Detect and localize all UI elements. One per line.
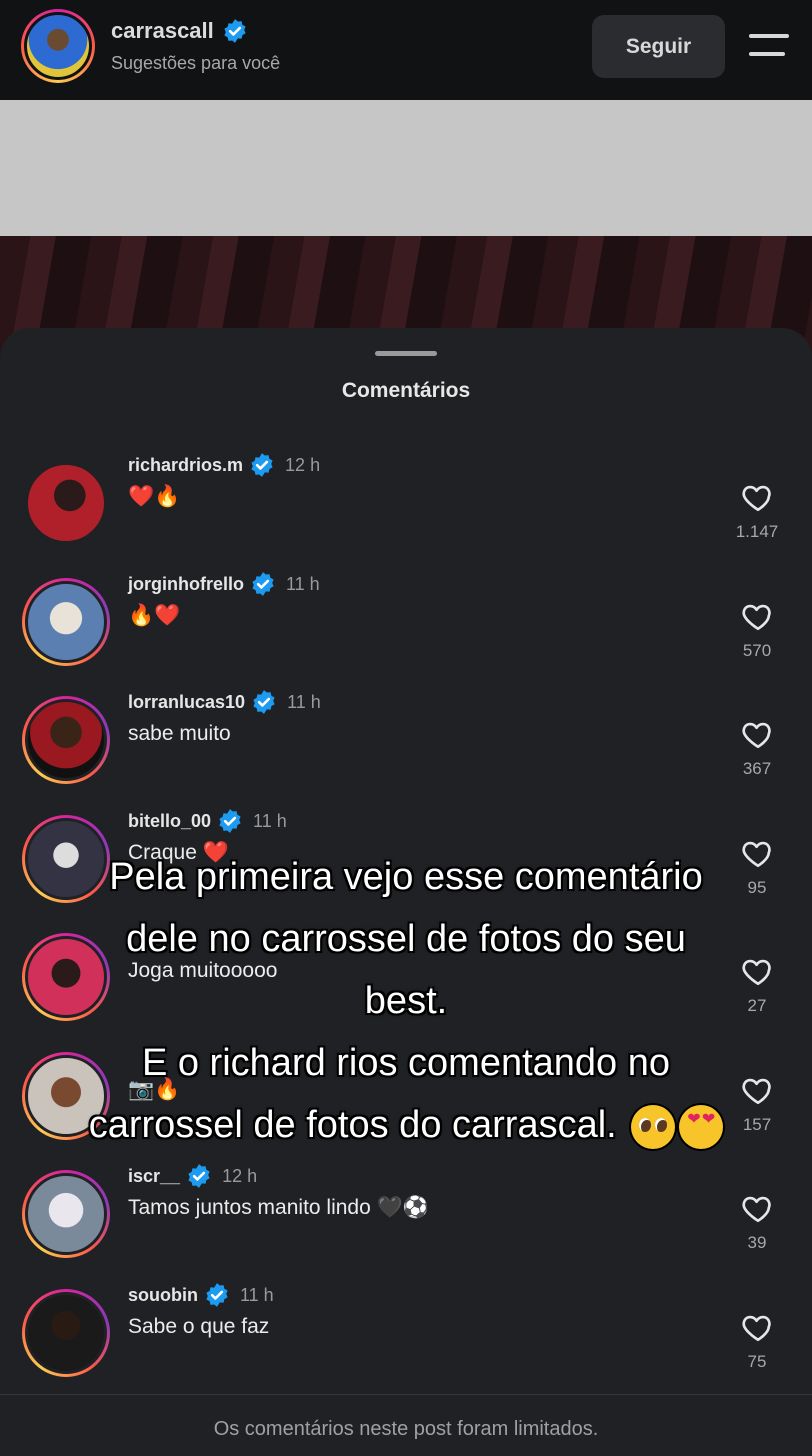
comment-row[interactable]: jorginhofrello 11 h 🔥❤️ 570 — [0, 571, 812, 689]
caption-line: E o richard rios comentando no — [141, 1042, 671, 1084]
comment-username[interactable]: jorginhofrello — [128, 574, 244, 595]
caption-line: Pela primeira vejo esse comentário — [109, 856, 703, 898]
verified-badge-icon — [251, 453, 273, 477]
avatar[interactable] — [22, 696, 110, 784]
footer-divider — [0, 1394, 812, 1395]
comment-text: Sabe o que faz — [128, 1315, 270, 1338]
video-caption-overlay: Pela primeira vejo esse comentário dele … — [20, 846, 792, 1156]
comment-timestamp: 11 h — [240, 1284, 274, 1305]
comment-header: souobin 11 h — [128, 1282, 274, 1308]
comment-header: richardrios.m 12 h — [128, 452, 320, 478]
sheet-title: Comentários — [341, 379, 471, 402]
profile-username-row[interactable]: carrascall — [111, 18, 248, 44]
profile-username[interactable]: carrascall — [111, 18, 214, 44]
comment-row[interactable]: richardrios.m 12 h ❤️🔥 1.147 — [0, 452, 812, 570]
comment-timestamp: 11 h — [287, 691, 321, 712]
comment-timestamp: 11 h — [286, 573, 320, 594]
comment-header: lorranlucas10 11 h — [128, 689, 321, 715]
comment-username[interactable]: lorranlucas10 — [128, 692, 245, 713]
comment-text: ❤️🔥 — [128, 485, 181, 508]
comment-row[interactable]: lorranlucas10 11 h sabe muito 367 — [0, 689, 812, 807]
profile-avatar[interactable] — [21, 9, 95, 83]
like-count: 39 — [747, 1233, 767, 1252]
verified-badge-icon — [206, 1283, 228, 1307]
comment-username[interactable]: souobin — [128, 1285, 198, 1306]
verified-badge-icon — [219, 809, 241, 833]
caption-line: dele no carrossel de fotos do seu — [126, 918, 686, 960]
comment-row[interactable]: iscr__ 12 h Tamos juntos manito lindo 🖤⚽ 39 — [0, 1163, 812, 1281]
heart-outline-icon[interactable] — [740, 717, 776, 751]
heart-outline-icon[interactable] — [740, 599, 776, 633]
like-count: 367 — [742, 759, 772, 778]
like-count: 1.147 — [735, 522, 779, 541]
profile-subtitle: Sugestões para você — [111, 53, 281, 73]
caption-line-with-emoji: carrossel de fotos do carrascal. — [20, 1094, 792, 1156]
comments-limited-notice: Os comentários neste post foram limitado… — [213, 1418, 599, 1440]
like-count: 75 — [747, 1352, 767, 1371]
heart-eyes-icon — [679, 1104, 724, 1149]
comment-username[interactable]: bitello_00 — [128, 811, 211, 832]
comment-header: iscr__ 12 h — [128, 1163, 257, 1189]
caption-line: carrossel de fotos do carrascal. — [88, 1104, 617, 1146]
post-image-top — [0, 100, 812, 236]
avatar[interactable] — [22, 459, 110, 547]
comment-text: Tamos juntos manito lindo 🖤⚽ — [128, 1196, 429, 1219]
follow-button[interactable]: Seguir — [592, 15, 725, 78]
comment-text: sabe muito — [128, 722, 231, 745]
heart-outline-icon[interactable] — [740, 480, 776, 514]
heart-outline-icon[interactable] — [740, 1191, 776, 1225]
comment-text: 🔥❤️ — [128, 604, 181, 627]
verified-badge-icon — [252, 572, 274, 596]
profile-header: carrascall Sugestões para você Seguir — [0, 0, 812, 100]
comment-header: jorginhofrello 11 h — [128, 571, 320, 597]
menu-icon[interactable] — [749, 34, 789, 58]
verified-badge-icon — [224, 19, 246, 43]
comment-username[interactable]: iscr__ — [128, 1166, 180, 1187]
comment-timestamp: 12 h — [222, 1165, 258, 1186]
comment-timestamp: 12 h — [285, 454, 321, 475]
avatar[interactable] — [22, 1289, 110, 1377]
verified-badge-icon — [253, 690, 275, 714]
comment-row[interactable]: souobin 11 h Sabe o que faz 75 — [0, 1282, 812, 1400]
comment-header: bitello_00 11 h — [128, 808, 287, 834]
pleading-face-icon — [631, 1104, 676, 1149]
sheet-drag-handle[interactable] — [375, 351, 437, 356]
like-count: 570 — [742, 641, 772, 660]
comment-username[interactable]: richardrios.m — [128, 455, 243, 476]
heart-outline-icon[interactable] — [740, 1310, 776, 1344]
verified-badge-icon — [188, 1164, 210, 1188]
avatar[interactable] — [22, 1170, 110, 1258]
comment-timestamp: 11 h — [253, 810, 287, 831]
avatar[interactable] — [22, 578, 110, 666]
caption-line: best. — [364, 980, 448, 1022]
